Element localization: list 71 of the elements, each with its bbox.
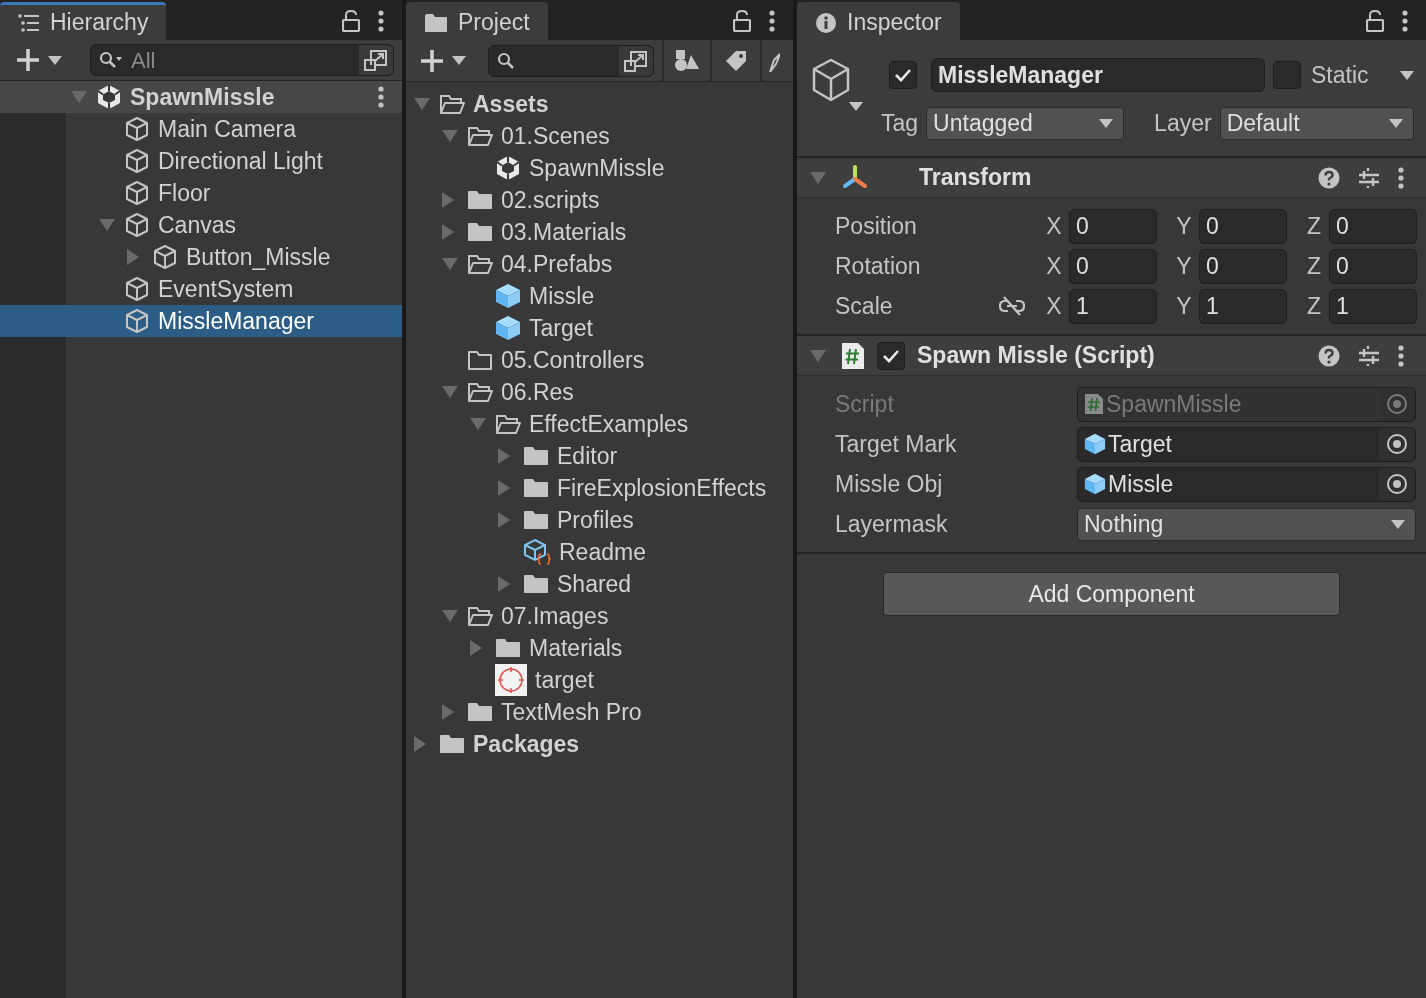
tree-item[interactable]: SpawnMissle [0, 81, 402, 113]
tree-item[interactable]: 03.Materials [406, 216, 793, 248]
tag-label: Tag [881, 108, 919, 138]
field-label: Script [835, 389, 895, 419]
tree-item[interactable]: Editor [406, 440, 793, 472]
field-label: Position [835, 211, 918, 241]
tree-item[interactable]: SpawnMissle [406, 152, 793, 184]
panel-tab[interactable]: Project [406, 2, 548, 40]
number-field[interactable]: 1 [1069, 288, 1157, 324]
search-field[interactable]: All [90, 44, 394, 76]
panel-tab[interactable]: Hierarchy [0, 2, 167, 40]
axis-label: Y [1175, 251, 1193, 281]
tree-item[interactable]: Profiles [406, 504, 793, 536]
layermask-dropdown[interactable]: Nothing [1077, 507, 1416, 541]
tree-item[interactable]: Missle [406, 280, 793, 312]
tree-item[interactable]: Materials [406, 632, 793, 664]
axis-label: Y [1175, 211, 1193, 241]
tree-item[interactable]: 07.Images [406, 600, 793, 632]
static-label: Static [1311, 60, 1369, 90]
tree-item[interactable]: Packages [406, 728, 793, 760]
panel-tab[interactable]: Inspector [797, 2, 960, 40]
tree-item[interactable]: MissleManager [0, 305, 402, 337]
number-field[interactable]: 1 [1329, 288, 1417, 324]
tag-dropdown[interactable]: Untagged [926, 106, 1125, 140]
tree-item[interactable]: FireExplosionEffects [406, 472, 793, 504]
number-field[interactable]: 0 [1199, 248, 1287, 284]
add-component-button[interactable]: Add Component [883, 572, 1340, 616]
number-field[interactable]: 0 [1069, 208, 1157, 244]
tree-item[interactable]: EventSystem [0, 273, 402, 305]
tree-item[interactable]: target [406, 664, 793, 696]
axis-label: Z [1305, 251, 1323, 281]
tree-item[interactable]: Readme [406, 536, 793, 568]
axis-label: X [1045, 251, 1063, 281]
tree-item[interactable]: Directional Light [0, 145, 402, 177]
tree-item[interactable]: 01.Scenes [406, 120, 793, 152]
tree-item[interactable]: 05.Controllers [406, 344, 793, 376]
tree-item[interactable]: TextMesh Pro [406, 696, 793, 728]
axis-label: Z [1305, 291, 1323, 321]
tree-item[interactable]: Target [406, 312, 793, 344]
object-field: SpawnMissle [1077, 386, 1416, 422]
component-header[interactable]: Transform [797, 158, 1426, 198]
tree-item[interactable]: 02.scripts [406, 184, 793, 216]
tree-item[interactable]: Shared [406, 568, 793, 600]
object-field[interactable]: Missle [1077, 466, 1416, 502]
object-field[interactable]: Target [1077, 426, 1416, 462]
number-field[interactable]: 0 [1329, 248, 1417, 284]
field-label: Layermask [835, 509, 949, 539]
tree-item[interactable]: Assets [406, 88, 793, 120]
tree-item[interactable]: Main Camera [0, 113, 402, 145]
tree-item[interactable]: Canvas [0, 209, 402, 241]
layer-label: Layer [1154, 108, 1212, 138]
number-field[interactable]: 0 [1199, 208, 1287, 244]
field-label: Scale [835, 291, 894, 321]
tree-item[interactable]: 04.Prefabs [406, 248, 793, 280]
axis-label: X [1045, 211, 1063, 241]
field-label: Rotation [835, 251, 922, 281]
name-field[interactable]: MissleManager [931, 58, 1265, 92]
axis-label: X [1045, 291, 1063, 321]
tree-item[interactable]: 06.Res [406, 376, 793, 408]
tree-item[interactable]: EffectExamples [406, 408, 793, 440]
number-field[interactable]: 0 [1329, 208, 1417, 244]
axis-label: Y [1175, 291, 1193, 321]
number-field[interactable]: 0 [1069, 248, 1157, 284]
tree-item[interactable]: Button_Missle [0, 241, 402, 273]
number-field[interactable]: 1 [1199, 288, 1287, 324]
layer-dropdown[interactable]: Default [1219, 106, 1414, 140]
axis-label: Z [1305, 211, 1323, 241]
field-label: Missle Obj [835, 469, 944, 499]
component-header[interactable]: Spawn Missle (Script) [797, 336, 1426, 376]
field-label: Target Mark [835, 429, 958, 459]
tree-item[interactable]: Floor [0, 177, 402, 209]
